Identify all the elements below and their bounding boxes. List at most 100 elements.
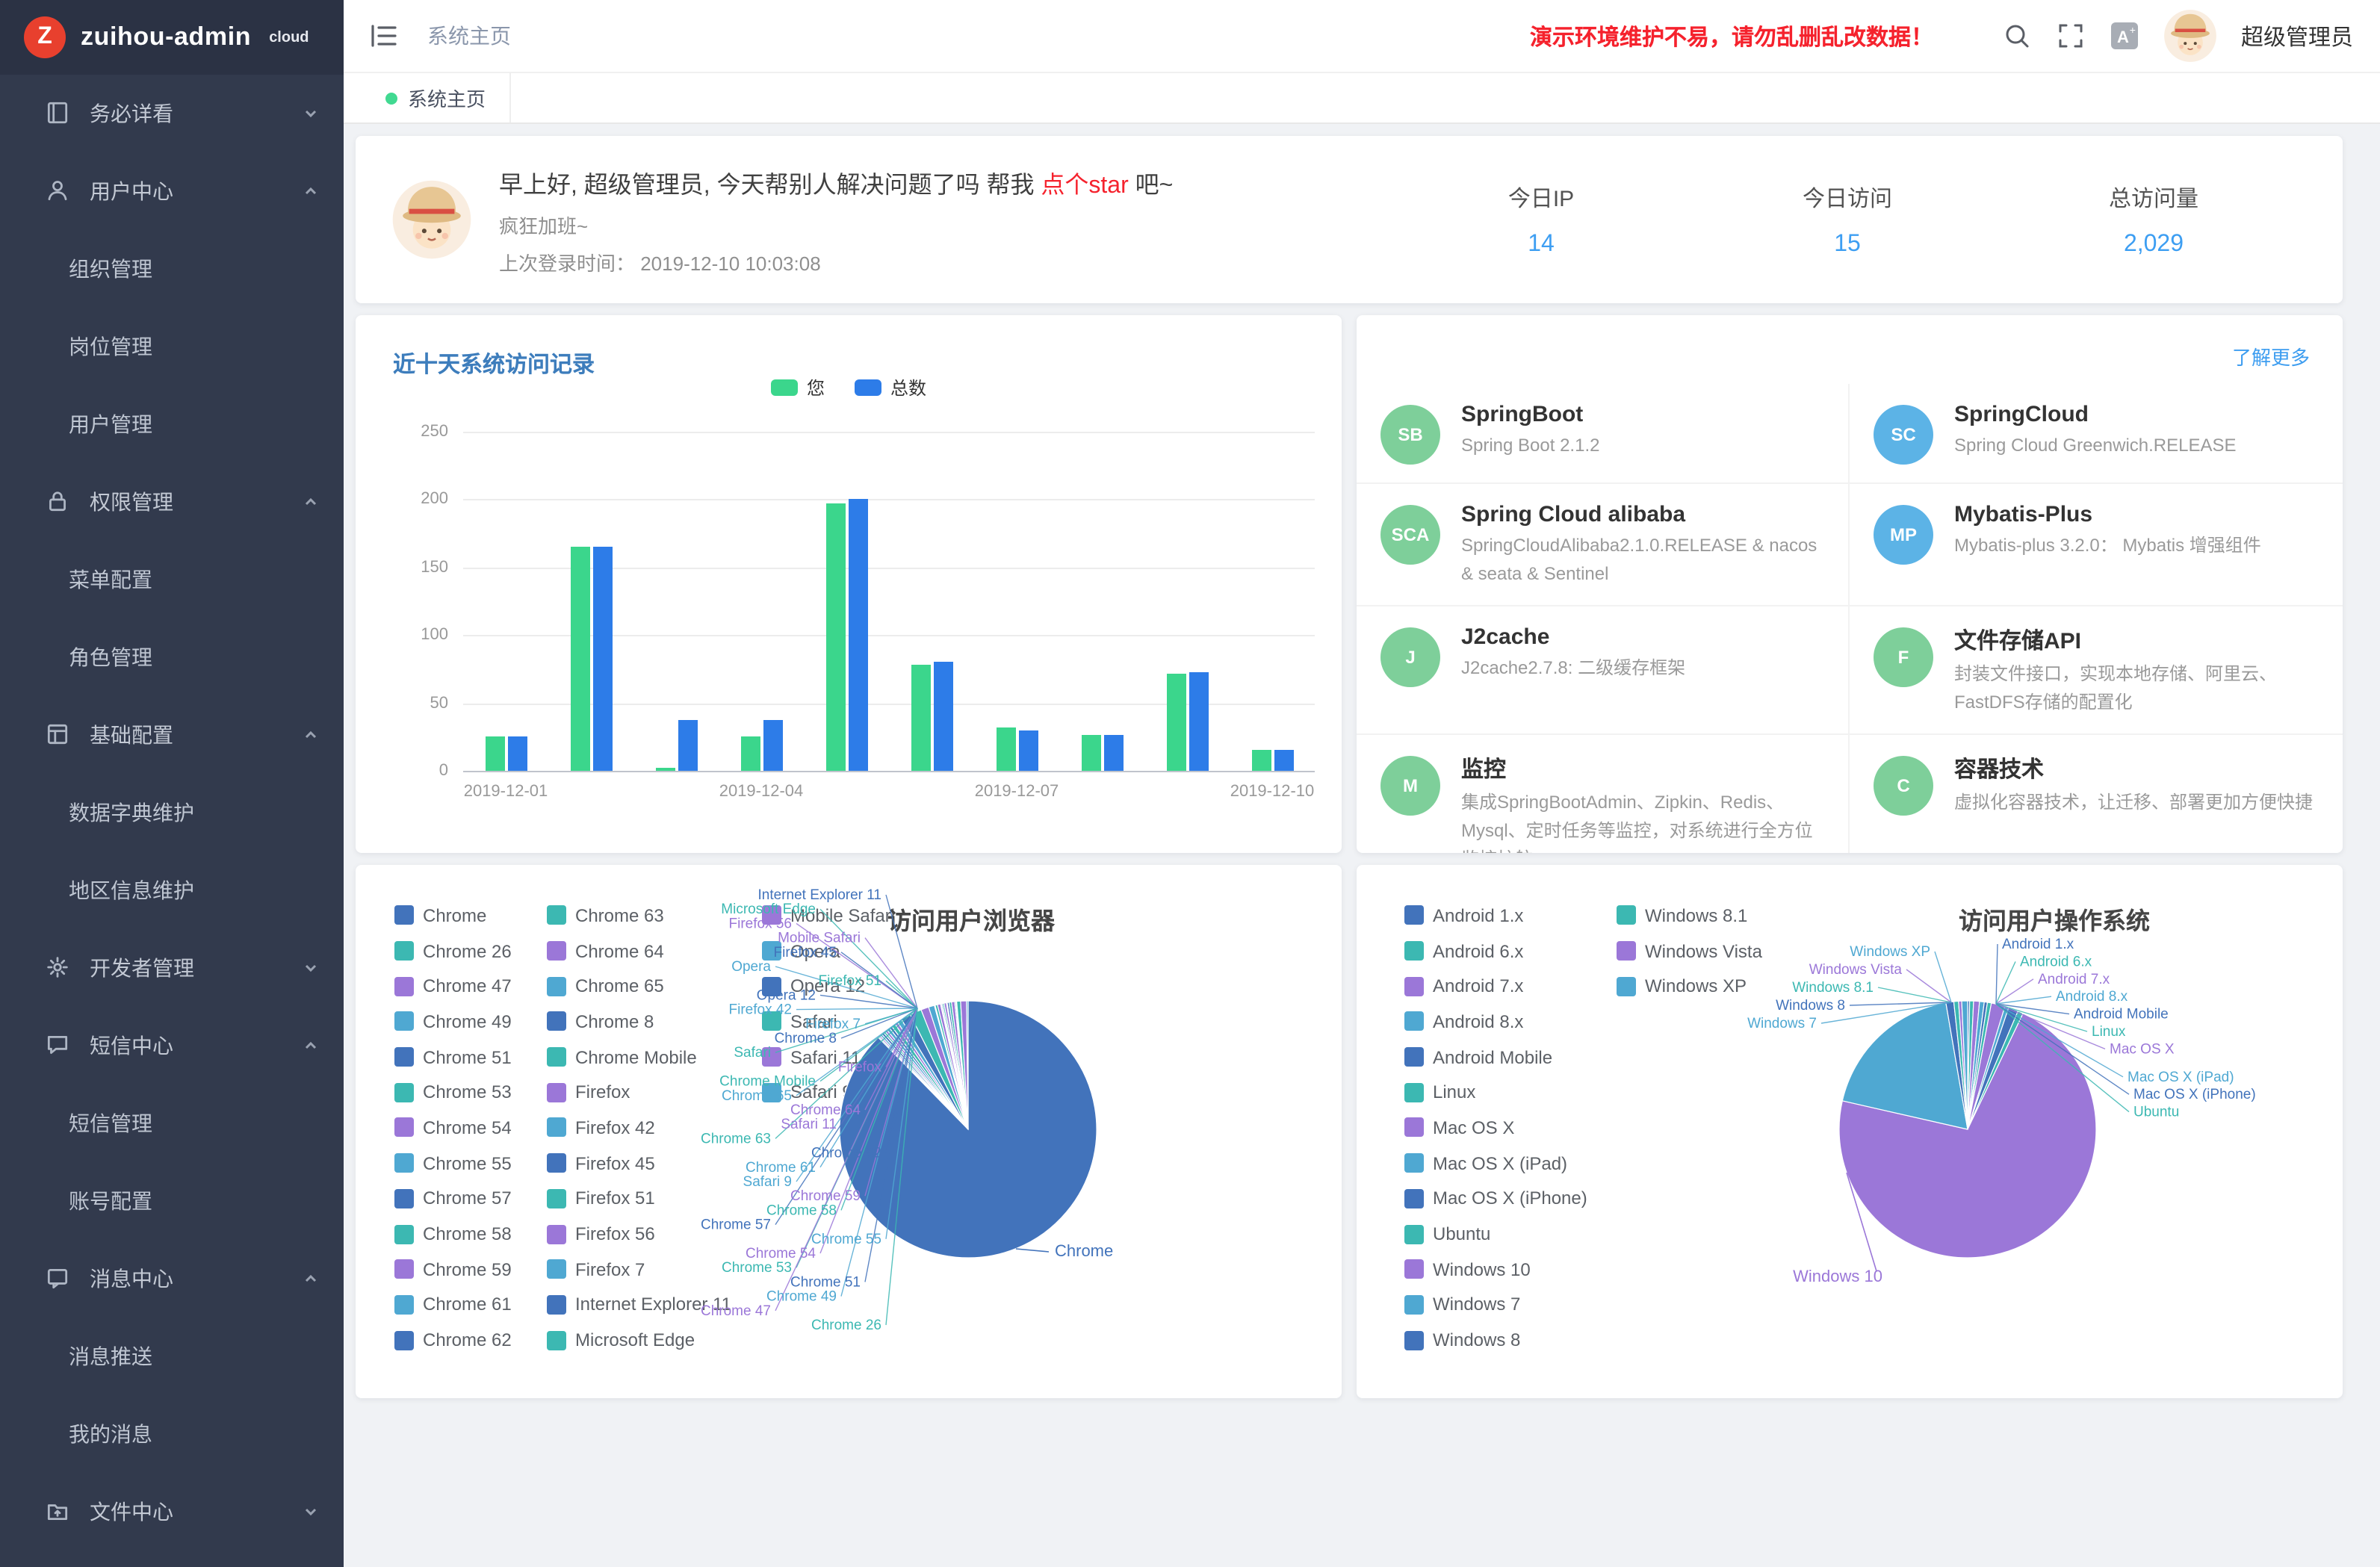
legend-item[interactable]: Opera <box>762 933 895 968</box>
sidebar-item-1[interactable]: 用户中心 <box>0 152 344 230</box>
legend-item[interactable]: Chrome 47 <box>394 969 512 1004</box>
tech-badge: SCA <box>1380 505 1440 565</box>
legend-item[interactable]: Linux <box>1404 1075 1587 1110</box>
legend-item[interactable]: Opera 12 <box>762 969 895 1004</box>
bar <box>1166 673 1186 771</box>
bar <box>911 665 930 771</box>
legend-item[interactable]: Android Mobile <box>1404 1040 1587 1075</box>
legend-item[interactable]: Microsoft Edge <box>547 1323 731 1358</box>
legend-item[interactable]: Chrome <box>394 898 512 933</box>
legend-item[interactable]: Ubuntu <box>1404 1216 1587 1251</box>
legend-item[interactable]: Chrome 51 <box>394 1040 512 1075</box>
legend-item[interactable]: Windows Vista <box>1617 933 1762 968</box>
sidebar-subitem[interactable]: 短信管理 <box>0 1085 344 1162</box>
legend-item[interactable]: Android 1.x <box>1404 898 1587 933</box>
legend-item[interactable]: Safari 11 <box>762 1040 895 1075</box>
legend-item[interactable]: Firefox <box>547 1075 731 1110</box>
legend-item[interactable]: Windows 8.1 <box>1617 898 1762 933</box>
legend-item[interactable]: Mac OS X (iPhone) <box>1404 1181 1587 1216</box>
legend-item[interactable]: Firefox 51 <box>547 1181 731 1216</box>
legend-item[interactable]: Mac OS X <box>1404 1110 1587 1145</box>
sidebar-subitem[interactable]: 账号配置 <box>0 1162 344 1240</box>
bar <box>933 663 952 771</box>
legend-item[interactable]: Chrome 8 <box>547 1004 731 1039</box>
legend-item[interactable]: Firefox 42 <box>547 1110 731 1145</box>
sidebar-item-4[interactable]: 开发者管理 <box>0 929 344 1007</box>
bar <box>825 503 845 771</box>
tech-card-6: M监控集成SpringBootAdmin、Zipkin、Redis、Mysql、… <box>1357 736 1850 853</box>
chevron-up-icon <box>302 491 320 509</box>
legend-item[interactable]: Firefox 7 <box>547 1252 731 1287</box>
topbar: 系统主页 演示环境维护不易，请勿乱删乱改数据！ A+ 超级管理员 <box>344 0 2380 73</box>
legend-item[interactable]: Mobile Safari <box>762 898 895 933</box>
star-link[interactable]: 点个star <box>1041 173 1128 198</box>
greeting-card: 早上好, 超级管理员, 今天帮别人解决问题了吗 帮我 点个star 吧~ 疯狂加… <box>356 136 2343 303</box>
sidebar-subitem[interactable]: 数据字典维护 <box>0 774 344 851</box>
legend-item[interactable]: Chrome 49 <box>394 1004 512 1039</box>
legend-item[interactable]: Chrome 63 <box>547 898 731 933</box>
sidebar-subitem[interactable]: 用户管理 <box>0 385 344 463</box>
app-logo[interactable]: Z zuihou-admin cloud <box>0 0 344 75</box>
sidebar-item-2[interactable]: 权限管理 <box>0 463 344 541</box>
sidebar-subitem[interactable]: 消息推送 <box>0 1318 344 1395</box>
legend-item[interactable]: Android 6.x <box>1404 933 1587 968</box>
legend-item[interactable]: Safari 9 <box>762 1075 895 1110</box>
sidebar-item-6[interactable]: 消息中心 <box>0 1240 344 1318</box>
learn-more-link[interactable]: 了解更多 <box>2232 342 2310 370</box>
legend-item[interactable]: Windows XP <box>1617 969 1762 1004</box>
legend-item[interactable]: Firefox 56 <box>547 1216 731 1251</box>
legend-item[interactable]: Windows 7 <box>1404 1287 1587 1322</box>
username[interactable]: 超级管理员 <box>2241 20 2353 52</box>
collapse-menu-icon[interactable] <box>368 19 400 52</box>
legend-item[interactable]: Android 7.x <box>1404 969 1587 1004</box>
legend-item[interactable]: Chrome 53 <box>394 1075 512 1110</box>
legend-item[interactable]: Chrome 55 <box>394 1146 512 1181</box>
sidebar-subitem[interactable]: 地区信息维护 <box>0 851 344 929</box>
sidebar-subitem[interactable]: 角色管理 <box>0 618 344 696</box>
search-icon[interactable] <box>2002 21 2032 51</box>
bar <box>740 737 760 771</box>
font-size-icon[interactable]: A+ <box>2110 21 2139 51</box>
app-name: zuihou-admin <box>81 22 251 52</box>
tab-home[interactable]: 系统主页 <box>362 73 511 122</box>
legend-item[interactable]: Chrome 54 <box>394 1110 512 1145</box>
legend-item[interactable]: Mac OS X (iPad) <box>1404 1146 1587 1181</box>
legend-item[interactable]: Chrome 61 <box>394 1287 512 1322</box>
sidebar-item-7[interactable]: 文件中心 <box>0 1473 344 1551</box>
stats: 今日IP 14 今日访问 15 总访问量 2,029 <box>1388 181 2307 258</box>
legend-item[interactable]: Safari <box>762 1004 895 1039</box>
sidebar-subitem[interactable]: 我的消息 <box>0 1395 344 1473</box>
chevron-up-icon <box>302 1035 320 1053</box>
visits-chart: 0501001502002502019-12-012019-12-042019-… <box>356 315 1342 853</box>
legend-item[interactable]: Windows 10 <box>1404 1252 1587 1287</box>
legend-item[interactable]: Chrome 64 <box>547 933 731 968</box>
sidebar-subitem[interactable]: 菜单配置 <box>0 541 344 618</box>
lock-icon <box>45 488 72 515</box>
legend-item[interactable]: Chrome Mobile <box>547 1040 731 1075</box>
sidebar-item-0[interactable]: 务必详看 <box>0 75 344 152</box>
sidebar-item-3[interactable]: 基础配置 <box>0 696 344 774</box>
legend-item[interactable]: Android 8.x <box>1404 1004 1587 1039</box>
fullscreen-icon[interactable] <box>2056 21 2086 51</box>
legend-item[interactable]: Chrome 65 <box>547 969 731 1004</box>
legend-item[interactable]: Windows 8 <box>1404 1323 1587 1358</box>
legend-item[interactable]: Chrome 57 <box>394 1181 512 1216</box>
bar <box>1274 751 1293 771</box>
sidebar-subitem[interactable]: 岗位管理 <box>0 308 344 385</box>
sidebar-item-5[interactable]: 短信中心 <box>0 1007 344 1085</box>
breadcrumb[interactable]: 系统主页 <box>427 21 511 51</box>
browser-pie-panel: ChromeChrome 26Chrome 47Chrome 49Chrome … <box>356 865 1342 1398</box>
greeting-line1: 早上好, 超级管理员, 今天帮别人解决问题了吗 帮我 点个star 吧~ <box>499 164 1173 199</box>
legend-item[interactable]: Firefox 45 <box>547 1146 731 1181</box>
legend-item[interactable]: Chrome 59 <box>394 1252 512 1287</box>
legend-item[interactable]: Chrome 26 <box>394 933 512 968</box>
legend-item[interactable]: Internet Explorer 11 <box>547 1287 731 1322</box>
sidebar-subitem[interactable]: 组织管理 <box>0 230 344 308</box>
bar <box>678 719 697 771</box>
user-avatar[interactable] <box>2163 9 2217 63</box>
legend-item[interactable]: Chrome 58 <box>394 1216 512 1251</box>
bar <box>507 737 527 771</box>
legend-item[interactable]: Chrome 62 <box>394 1323 512 1358</box>
os-pie-title: 访问用户操作系统 <box>1959 901 2150 937</box>
bar <box>763 719 782 771</box>
